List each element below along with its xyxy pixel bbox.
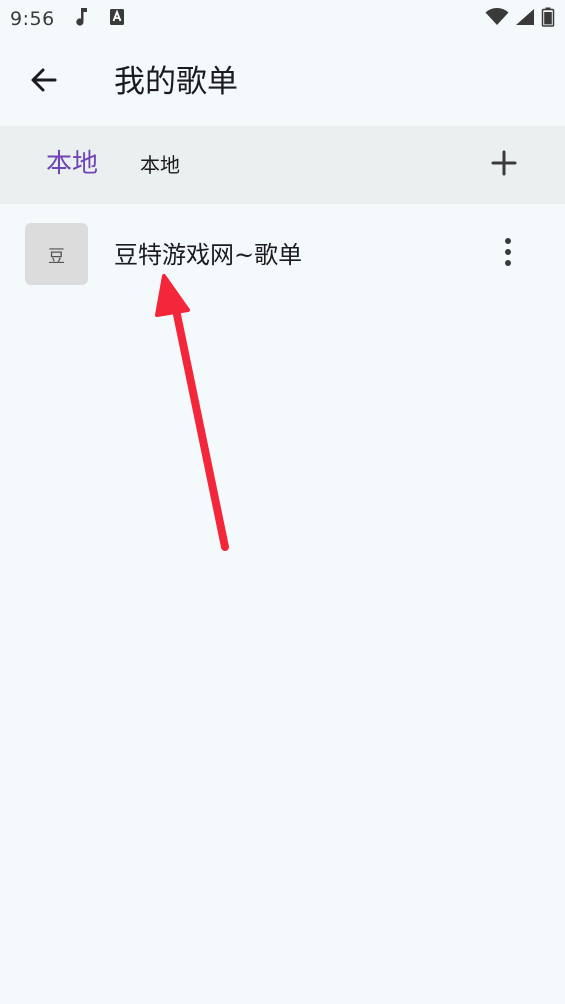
more-vertical-icon: [503, 237, 513, 271]
battery-icon: [541, 7, 555, 32]
playlist-more-button[interactable]: [486, 230, 530, 278]
plus-icon: [491, 150, 517, 180]
playlist-thumbnail: 豆: [25, 223, 88, 285]
music-note-icon: [75, 7, 89, 32]
app-bar: 我的歌单: [0, 38, 565, 126]
arrow-left-icon: [29, 65, 59, 99]
page-title: 我的歌单: [114, 64, 238, 100]
text-a-icon: [109, 8, 125, 31]
playlist-name: 豆特游戏网~歌单: [114, 241, 303, 269]
back-button[interactable]: [18, 58, 70, 106]
playlist-item[interactable]: 豆 豆特游戏网~歌单: [0, 210, 565, 298]
status-bar: 9:56: [0, 0, 565, 38]
tab-local-active[interactable]: 本地: [46, 146, 98, 182]
annotation-arrow-shaft: [170, 296, 229, 551]
tab-bar: 本地 本地: [0, 126, 565, 204]
status-notifications: [75, 7, 125, 32]
wifi-icon: [485, 7, 509, 31]
signal-icon: [515, 8, 535, 31]
playlist-thumbnail-text: 豆: [48, 246, 65, 267]
status-system-icons: [485, 7, 555, 32]
add-playlist-button[interactable]: [480, 141, 528, 189]
status-time: 9:56: [10, 8, 55, 30]
tab-local[interactable]: 本地: [140, 150, 180, 180]
